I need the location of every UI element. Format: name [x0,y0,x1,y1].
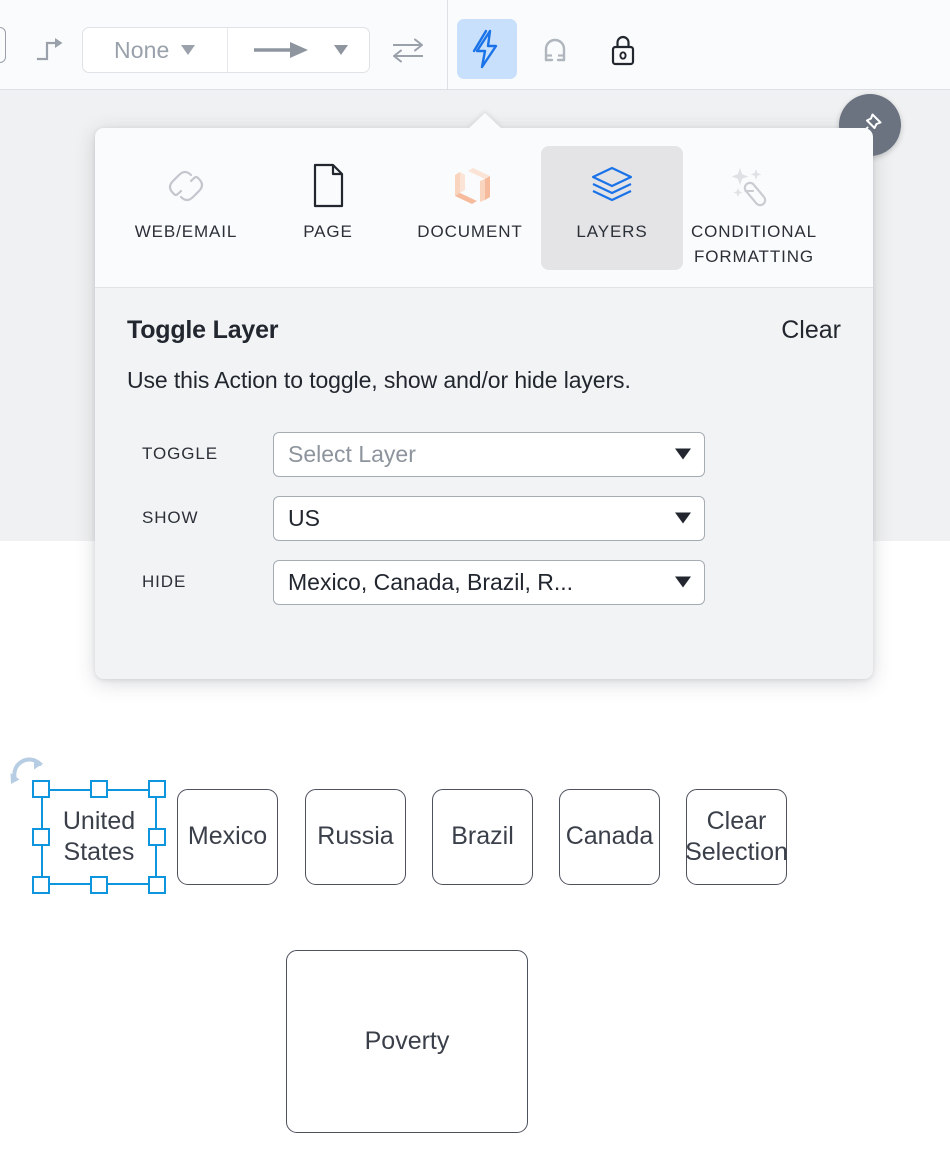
line-style-group[interactable]: None [82,27,370,73]
arrow-right-icon [254,42,309,58]
chevron-down-icon [334,45,349,55]
tab-document[interactable]: Document [399,146,541,270]
shape-mexico[interactable]: Mexico [177,789,278,885]
tab-layers[interactable]: Layers [541,146,683,270]
select-value: Mexico, Canada, Brazil, R... [288,568,574,595]
tab-web-email[interactable]: Web/Email [115,146,257,270]
tab-label: Web/Email [134,222,238,241]
shape-canada[interactable]: Canada [559,789,660,885]
tab-page[interactable]: Page [257,146,399,270]
hide-layer-select[interactable]: Mexico, Canada, Brazil, R... [273,559,705,605]
resize-handle-ne[interactable] [148,780,166,798]
chevron-down-icon [675,448,691,460]
field-row-show: Show US [127,486,841,550]
field-label: Hide [142,572,187,591]
resize-handle-w[interactable] [32,828,50,846]
popup-header-row: Toggle Layer Clear [127,316,841,345]
tab-label: Page [303,222,353,241]
layer-field-list: Toggle Select Layer Show US Hide [127,422,841,614]
shape-clear-selection[interactable]: Clear Selection [685,789,788,885]
chevron-down-icon [675,512,691,524]
toggle-layer-select[interactable]: Select Layer [273,431,705,477]
action-settings-popup: Web/Email Page [95,94,901,679]
tab-label: Conditional Formatting [690,222,818,266]
chevron-down-icon [675,576,691,588]
select-value: Select Layer [288,440,416,467]
arrowhead-dropdown[interactable] [226,28,370,72]
show-layer-select[interactable]: US [273,495,705,541]
resize-handle-e[interactable] [148,828,166,846]
magic-wand-sparkle-icon [727,160,781,212]
shape-united-states[interactable]: United States [10,757,166,894]
toolbar-divider [447,0,448,90]
popup-title: Toggle Layer [127,316,279,344]
page-document-icon [308,160,348,212]
selection-frame [41,789,157,885]
tab-label: Layers [576,222,648,241]
shape-label: Mexico [187,822,268,851]
popup-pointer-arrow [468,113,502,129]
shape-label: Canada [565,822,654,851]
resize-handle-se[interactable] [148,876,166,894]
tab-conditional-formatting[interactable]: Conditional Formatting [683,146,825,270]
field-label: Show [142,508,199,527]
line-style-dropdown[interactable]: None [83,28,227,72]
popup-body: Toggle Layer Clear Use this Action to to… [95,288,873,614]
connector-route-icon[interactable] [26,27,72,73]
shape-poverty[interactable]: Poverty [286,950,528,1133]
link-chain-icon [163,160,209,212]
select-value: US [288,504,320,531]
magnet-icon[interactable] [530,25,580,75]
shape-label: Russia [317,822,394,851]
top-toolbar: None [0,0,950,90]
shape-label: Poverty [364,1026,450,1055]
line-style-value: None [114,36,170,63]
field-label: Toggle [142,444,218,463]
lightning-bolt-icon[interactable] [457,19,517,79]
lock-icon[interactable] [598,25,648,75]
rotate-handle-icon[interactable] [9,751,49,796]
layers-stack-icon [588,160,636,212]
resize-handle-s[interactable] [90,876,108,894]
popup-description: Use this Action to toggle, show and/or h… [127,367,631,393]
shape-label: Brazil [451,822,514,851]
resize-handle-n[interactable] [90,780,108,798]
field-row-hide: Hide Mexico, Canada, Brazil, R... [127,550,841,614]
cutoff-control-edge [0,27,6,63]
resize-handle-sw[interactable] [32,876,50,894]
popup-tab-bar: Web/Email Page [95,128,873,288]
chevron-down-icon [181,45,196,55]
tab-label: Document [417,222,523,241]
shape-label: Clear Selection [685,806,788,866]
lucid-document-logo-icon [445,160,495,212]
clear-button[interactable]: Clear [781,316,841,345]
shape-russia[interactable]: Russia [305,789,406,885]
app-root: None United States Mexico Russia Brazil … [0,0,950,1164]
shape-brazil[interactable]: Brazil [432,789,533,885]
field-row-toggle: Toggle Select Layer [127,422,841,486]
swap-arrows-icon[interactable] [385,27,431,73]
